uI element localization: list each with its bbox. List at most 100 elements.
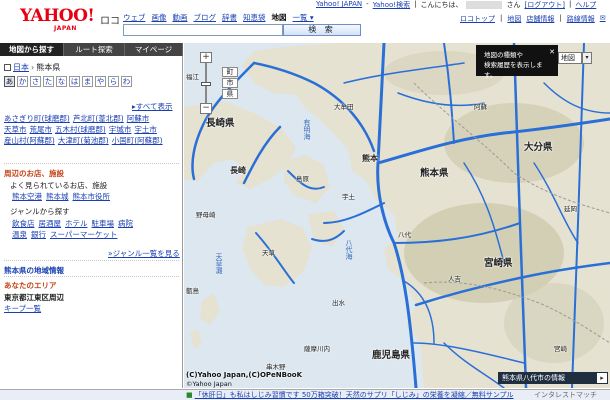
city-link[interactable]: 宇城市 [109,125,132,134]
ad-text[interactable]: 「休肝日」も私はしじみ習慣です 50万箱突破！天然のサプリ「しじみ」の栄養を凝縮… [195,391,514,399]
your-area-name: 東京都江東区周辺 [4,293,64,302]
service-link[interactable]: 画像 [152,12,167,23]
popular-place-link[interactable]: 熊本空港 [12,192,42,201]
map-label-kushikino: 串木野 [266,363,286,371]
map-copyright: (C)Yahoo Japan,(C)OPeNBooK [186,371,303,379]
genre-link[interactable]: 病院 [118,219,133,228]
breadcrumb-root[interactable]: 日本 [13,62,29,73]
tab-1[interactable]: ルート探索 [64,43,125,56]
tab-0[interactable]: 地図から探す [0,43,64,56]
tab-2[interactable]: マイページ [125,43,183,56]
map-label-shimabara: 島原 [296,175,309,183]
nearby-title: 周辺のお店、施設 [4,169,64,178]
service-link[interactable]: ウェブ [123,12,146,23]
service-link[interactable]: 動画 [173,12,188,23]
yahoo-search-link[interactable]: Yahoo!検索 [373,0,410,10]
map-label-kumamoto: 熊本 [362,154,378,163]
ad-link[interactable]: ■ 「休肝日」も私はしじみ習慣です 50万箱突破！天然のサプリ「しじみ」の栄養を凝… [186,390,514,400]
city-link[interactable]: 天草市 [4,125,27,134]
arrow-right-icon[interactable]: ▸ [597,373,607,383]
genre-link[interactable]: スーパーマーケット [50,230,117,239]
genre-link[interactable]: 居酒屋 [39,219,62,228]
tooltip-line1: 地図の種類や [484,51,523,59]
tool-link[interactable]: ✉ [600,14,606,24]
service-links: ウェブ 画像 動画 ブログ 辞書 知恵袋 地図 一覧 ▾ [123,12,320,23]
show-all-link[interactable]: ▸すべて表示 [132,101,172,112]
city-link[interactable]: 荒尾市 [30,125,53,134]
ad-footer: ■ 「休肝日」も私はしじみ習慣です 50万箱突破！天然のサプリ「しじみ」の栄養を凝… [0,389,610,400]
zoom-tag-prefecture[interactable]: 県 [222,89,238,99]
search-button[interactable]: 検 索 [283,24,361,36]
sea-label-ariake: 有明海 [303,119,311,140]
service-link[interactable]: ブログ [194,12,217,23]
city-info-bar[interactable]: 熊本県八代市の情報 ▸ [498,372,608,384]
city-link[interactable]: 大津町(菊池郡) [58,136,109,145]
genre-link[interactable]: 銀行 [31,230,46,239]
kana-index-item[interactable]: ま [82,76,93,87]
popular-place-link[interactable]: 熊本城 [46,192,69,201]
tool-link[interactable]: ロコトップ [460,14,495,24]
map-label-nobeoka: 延岡 [564,205,577,213]
breadcrumb-separator: › [31,63,35,72]
service-link[interactable]: 一覧 ▾ [293,12,314,23]
yahoo-logo[interactable]: YAHOO! JAPAN [20,8,98,36]
logout-link[interactable]: [ログアウト] [524,0,564,10]
zoom-slider-handle[interactable] [201,82,211,86]
zoom-tag-city[interactable]: 市 [222,78,238,88]
map-base [184,43,610,388]
city-link[interactable]: 五木村(球磨郡) [55,125,106,134]
kana-index-item[interactable]: た [43,76,54,87]
tool-link[interactable]: 店舗情報 [526,14,554,24]
map-label-sendai: 薩摩川内 [304,345,330,353]
search-input[interactable] [123,24,283,36]
keep-list-link[interactable]: キープ一覧 [4,304,41,313]
tool-link[interactable]: 地図 [507,14,521,24]
kana-index-item[interactable]: あ [4,76,15,87]
city-link[interactable]: 芦北町(葦北郡) [73,114,124,123]
area-info-link[interactable]: 熊本県の地域情報 [4,265,64,276]
genre-link[interactable]: 温泉 [12,230,27,239]
map-canvas[interactable]: 長崎県 長崎 野母崎 島原 大牟田 熊本 熊本県 大分県 阿蘇 宇土 八代 人吉… [184,43,610,388]
genre-link[interactable]: 駐車場 [92,219,115,228]
genre-link[interactable]: 飲食店 [12,219,35,228]
tool-link[interactable]: 路線情報 [567,14,595,24]
kana-index-item[interactable]: わ [121,76,132,87]
kana-index-item[interactable]: は [69,76,80,87]
map-type-select[interactable]: 地図 [558,52,582,64]
map-label-nagasaki: 長崎 [230,166,246,175]
map-label-miyazaki-pref: 宮崎県 [484,258,513,269]
kana-index-item[interactable]: さ [30,76,41,87]
city-link[interactable]: 小国町(阿蘇郡) [112,136,163,145]
kana-index-item[interactable]: や [95,76,106,87]
pipe-separator: | [414,0,417,8]
genre-more-link[interactable]: »ジャンル一覧を見る [108,248,180,259]
chevron-down-icon[interactable]: ▾ [582,52,592,64]
sea-label-amakusa-nada: 天草灘 [215,253,223,274]
zoom-out-button[interactable]: − [200,103,212,114]
genre-link[interactable]: ホテル [65,219,88,228]
zoom-tag-town[interactable]: 町 [222,67,238,77]
help-link[interactable]: ヘルプ [575,0,596,10]
yahoo-japan-link[interactable]: Yahoo! JAPAN [316,0,362,10]
city-link[interactable]: あさぎり町(球磨郡) [4,114,70,123]
map-label-aso: 阿蘇 [474,103,487,111]
map-label-miyazaki: 宮崎 [554,345,567,353]
map-copyright-yahoo: ©Yahoo Japan [186,380,232,388]
kana-index-item[interactable]: か [17,76,28,87]
map-label-kumamoto-pref: 熊本県 [420,168,449,179]
popular-links: 熊本空港 熊本城 熊本市役所 [12,191,114,202]
close-icon[interactable]: ✕ [549,47,555,57]
city-link[interactable]: 宇土市 [134,125,157,134]
logo-text: YAHOO! [20,6,95,26]
service-link[interactable]: 知恵袋 [243,12,266,23]
kana-index-item[interactable]: な [56,76,67,87]
sponsor-label[interactable]: インタレストマッチ [534,390,597,400]
service-link[interactable]: 辞書 [222,12,237,23]
city-link[interactable]: 産山村(阿蘇郡) [4,136,55,145]
popular-place-link[interactable]: 熊本市役所 [73,192,111,201]
city-link[interactable]: 阿蘇市 [127,114,150,123]
your-area-title: あなたのエリア [4,281,57,290]
service-link[interactable]: 地図 [272,12,287,23]
kana-index-item[interactable]: ら [108,76,119,87]
zoom-in-button[interactable]: + [200,52,212,63]
